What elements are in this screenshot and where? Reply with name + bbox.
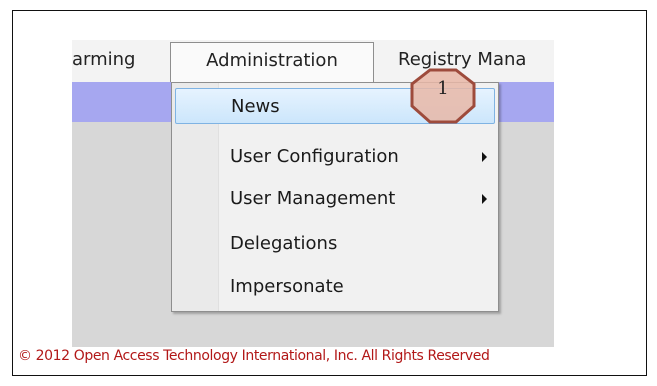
step-callout-marker: 1 [408,68,478,124]
menu-farming[interactable]: arming [72,40,162,82]
menu-item-impersonate[interactable]: Impersonate [175,269,495,305]
submenu-arrow-icon [482,194,487,204]
menu-item-label: Impersonate [230,276,344,297]
menu-item-label: User Management [230,188,396,209]
menu-item-label: User Configuration [230,146,399,167]
menu-item-user-configuration[interactable]: User Configuration [175,139,495,175]
submenu-arrow-icon [482,152,487,162]
callout-number: 1 [437,78,449,99]
menu-item-user-management[interactable]: User Management [175,181,495,217]
copyright-footer: © 2012 Open Access Technology Internatio… [18,348,490,364]
menu-bar: arming Administration Registry Mana [72,40,554,83]
menu-item-label: Delegations [230,233,338,254]
menu-item-label: News [231,96,280,117]
menu-item-delegations[interactable]: Delegations [175,226,495,262]
menu-administration[interactable]: Administration [170,42,374,82]
